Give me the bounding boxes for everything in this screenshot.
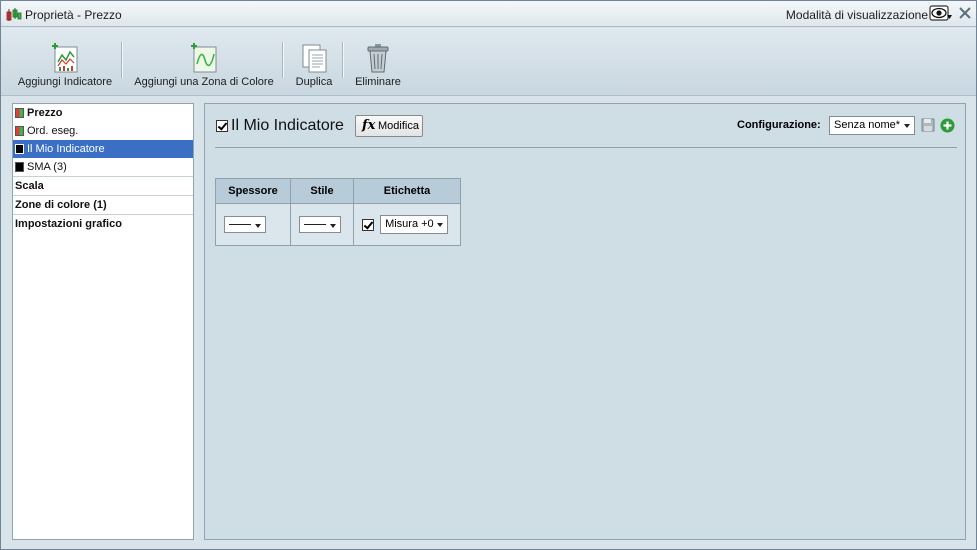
- title-bar: Proprietà - Prezzo Modalità di visualizz…: [1, 1, 976, 27]
- toolbar-separator: [282, 42, 284, 78]
- add-indicator-button[interactable]: Aggiungi Indicatore: [15, 28, 115, 94]
- view-mode-label: Modalità di visualizzazione: [785, 8, 928, 22]
- series-color-swatch: [15, 108, 24, 118]
- tree-item-ord-eseg[interactable]: Ord. eseg.: [13, 122, 193, 140]
- tree-item-label: Il Mio Indicatore: [27, 143, 105, 155]
- trash-icon: [367, 44, 389, 73]
- divider: [215, 147, 957, 148]
- line-preview: [229, 224, 251, 225]
- column-header-thickness: Spessore: [215, 178, 291, 204]
- style-select[interactable]: [299, 216, 341, 233]
- add-color-zone-label: Aggiungi una Zona di Colore: [134, 76, 274, 88]
- toolbar: Aggiungi Indicatore Aggiungi una Zona di…: [1, 28, 976, 96]
- tree-item-label: Prezzo: [27, 107, 63, 119]
- indicator-name: Il Mio Indicatore: [231, 117, 344, 134]
- series-color-swatch: [15, 126, 24, 136]
- configuration-value: Senza nome*: [834, 119, 901, 131]
- duplicate-label: Duplica: [295, 76, 333, 88]
- tree-group-scala[interactable]: Scala: [13, 176, 193, 195]
- properties-table: Spessore Stile Etichetta Misura +0: [215, 178, 461, 246]
- label-select-value: Misura +0: [385, 218, 434, 230]
- column-header-style: Stile: [290, 178, 354, 204]
- modify-button-label: Modifica: [378, 120, 419, 132]
- toolbar-separator: [121, 42, 123, 78]
- tree-group-impostazioni-grafico[interactable]: Impostazioni grafico: [13, 214, 193, 233]
- add-indicator-label: Aggiungi Indicatore: [17, 76, 113, 88]
- window-title: Proprietà - Prezzo: [25, 8, 122, 22]
- duplicate-icon: [302, 44, 327, 73]
- column-header-label: Etichetta: [353, 178, 461, 204]
- tree-item-label: Ord. eseg.: [27, 125, 79, 137]
- chevron-down-icon: [255, 224, 261, 228]
- toolbar-separator: [342, 42, 344, 78]
- label-select[interactable]: Misura +0: [380, 215, 449, 234]
- indicator-editor: Il Mio Indicatore fx Modifica Configuraz…: [204, 103, 966, 540]
- modify-button[interactable]: fx Modifica: [355, 115, 423, 137]
- element-tree: Prezzo Ord. eseg. Il Mio Indicatore SMA …: [12, 103, 194, 540]
- add-indicator-icon: [52, 43, 78, 73]
- label-enabled-checkbox[interactable]: [362, 218, 374, 231]
- chevron-down-icon: [437, 223, 444, 227]
- properties-window: Proprietà - Prezzo Modalità di visualizz…: [0, 0, 977, 550]
- add-color-zone-button[interactable]: Aggiungi una Zona di Colore: [133, 28, 275, 94]
- configuration-label: Configurazione:: [737, 119, 821, 131]
- indicator-enabled-checkbox[interactable]: [216, 120, 228, 132]
- delete-button[interactable]: Eliminare: [351, 28, 405, 94]
- configuration-select[interactable]: Senza nome*: [829, 116, 915, 135]
- thickness-cell: [215, 203, 291, 246]
- duplicate-button[interactable]: Duplica: [289, 28, 339, 94]
- series-color-swatch: [15, 162, 24, 172]
- series-color-swatch: [15, 144, 24, 154]
- line-preview: [304, 224, 326, 225]
- thickness-select[interactable]: [224, 216, 266, 233]
- delete-label: Eliminare: [355, 76, 401, 88]
- chevron-down-icon: [330, 224, 336, 228]
- add-color-zone-icon: [191, 43, 217, 73]
- label-cell: Misura +0: [353, 203, 461, 246]
- save-icon[interactable]: [921, 118, 935, 132]
- tree-item-sma[interactable]: SMA (3): [13, 158, 193, 176]
- fx-icon: fx: [362, 118, 376, 133]
- chevron-down-icon: [904, 124, 910, 128]
- tree-item-il-mio-indicatore[interactable]: Il Mio Indicatore: [13, 140, 193, 158]
- add-icon[interactable]: [940, 118, 955, 133]
- tree-item-prezzo[interactable]: Prezzo: [13, 104, 193, 122]
- close-icon[interactable]: [958, 6, 972, 20]
- tree-group-zone-di-colore[interactable]: Zone di colore (1): [13, 195, 193, 214]
- tree-item-label: SMA (3): [27, 161, 67, 173]
- chart-properties-icon: [6, 8, 22, 21]
- style-cell: [290, 203, 354, 246]
- eye-icon[interactable]: [929, 4, 953, 23]
